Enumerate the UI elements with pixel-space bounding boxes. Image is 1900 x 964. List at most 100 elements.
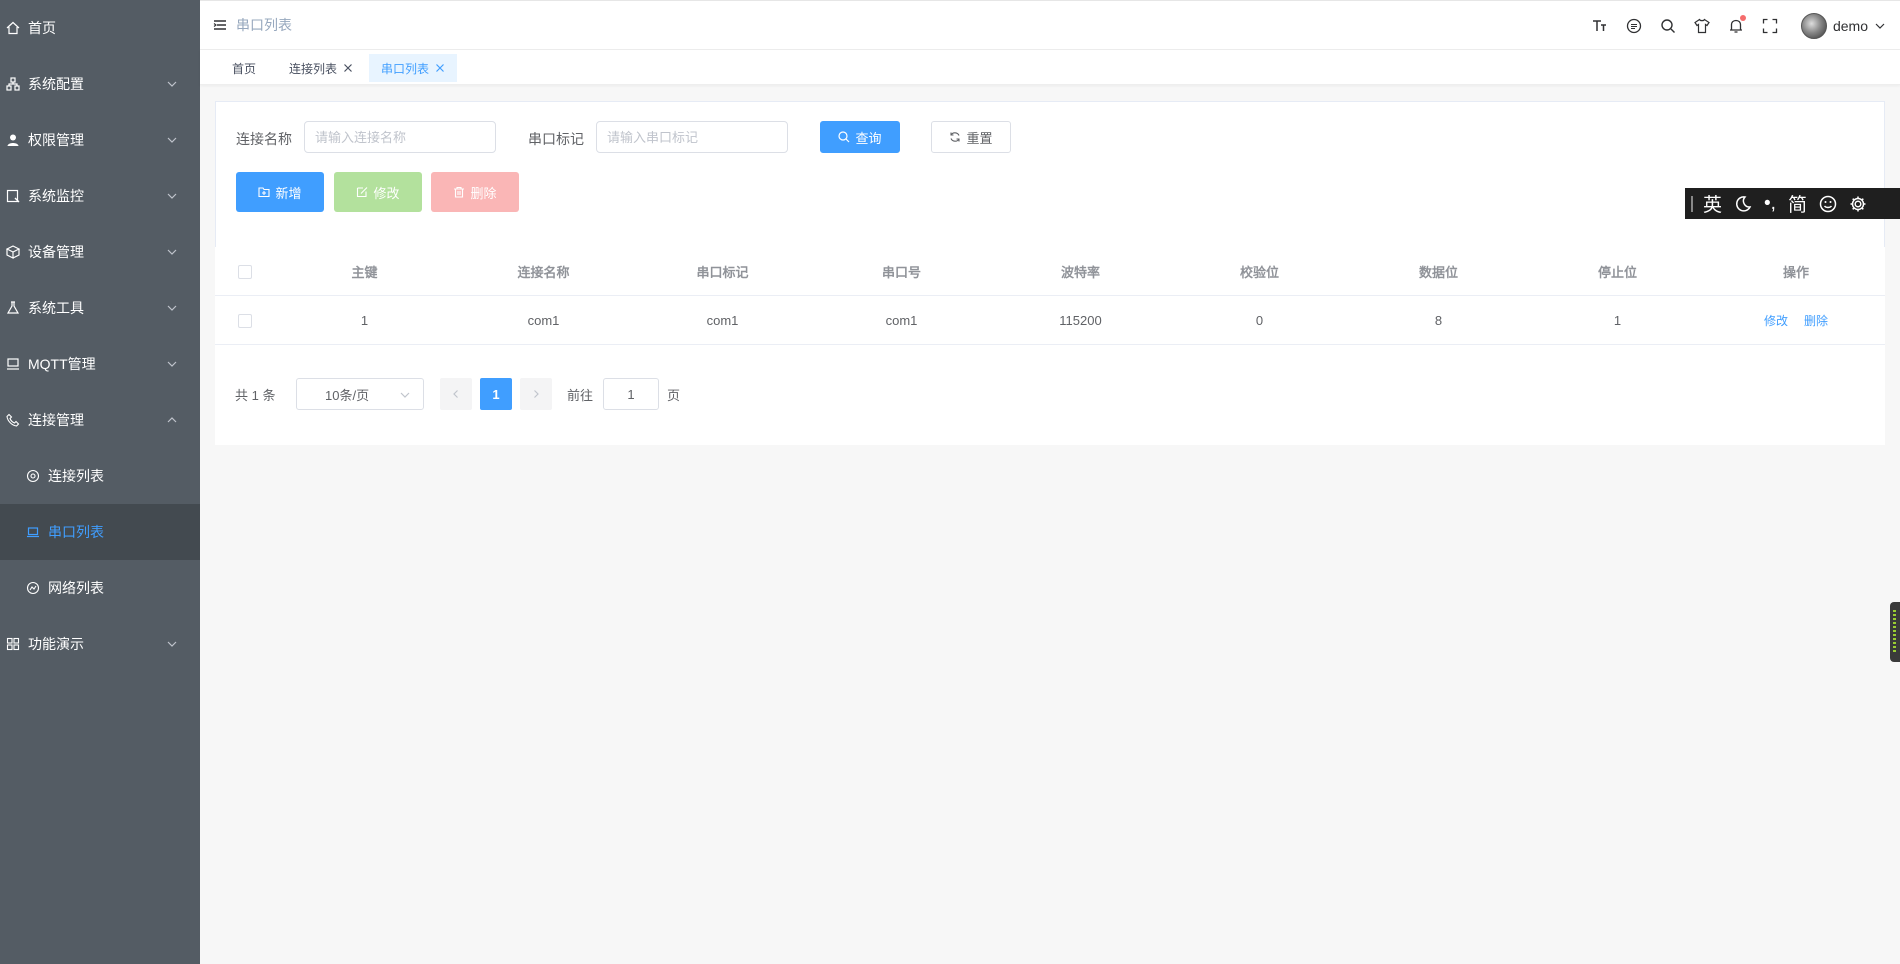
phone-icon: [6, 413, 20, 427]
sidebar-subitem-network-list[interactable]: 网络列表: [0, 560, 200, 616]
chevron-left-icon: [453, 390, 458, 398]
search-icon[interactable]: [1660, 18, 1676, 34]
tag-connection-list[interactable]: 连接列表: [277, 54, 365, 82]
sidebar-item-tools[interactable]: 系统工具: [0, 280, 200, 336]
page-size-select[interactable]: 10条/页: [296, 378, 424, 410]
monitor-icon: [6, 189, 20, 203]
ime-language-toggle[interactable]: 英: [1703, 190, 1722, 217]
chevron-down-icon[interactable]: [1874, 20, 1886, 32]
chevron-down-icon: [167, 641, 177, 647]
close-icon[interactable]: [435, 63, 445, 73]
reset-button[interactable]: 重置: [931, 121, 1011, 153]
sidebar-item-devices[interactable]: 设备管理: [0, 224, 200, 280]
sidebar-item-permissions[interactable]: 权限管理: [0, 112, 200, 168]
row-delete-link[interactable]: 删除: [1804, 312, 1828, 329]
select-all-checkbox[interactable]: [238, 264, 252, 279]
connection-name-input[interactable]: [304, 121, 496, 153]
delete-icon: [453, 186, 465, 198]
chevron-down-icon: [400, 392, 410, 398]
breadcrumb: 串口列表: [236, 17, 292, 33]
row-checkbox-cell: [215, 296, 275, 345]
query-button[interactable]: 查询: [820, 121, 900, 153]
emoji-icon[interactable]: [1819, 195, 1837, 213]
sidebar-item-home[interactable]: 首页: [0, 0, 200, 56]
hamburger-icon[interactable]: [212, 17, 228, 33]
sidebar: 首页 系统配置 权限管理 系统监控 设备管理 系统工具 MQTT管理 连接管理 …: [0, 0, 200, 964]
sidebar-item-label: 连接管理: [28, 412, 84, 428]
moon-icon[interactable]: [1734, 195, 1752, 213]
sidebar-subitem-connection-list[interactable]: 连接列表: [0, 448, 200, 504]
add-button[interactable]: 新增: [236, 172, 324, 212]
sidebar-subitem-serial-list[interactable]: 串口列表: [0, 504, 200, 560]
sidebar-item-label: MQTT管理: [28, 356, 96, 372]
th-mark: 串口标记: [696, 265, 749, 280]
sidebar-item-mqtt[interactable]: MQTT管理: [0, 336, 200, 392]
docs-icon[interactable]: [1626, 18, 1642, 34]
serial-mark-label: 串口标记: [528, 131, 584, 147]
chevron-down-icon: [167, 361, 177, 367]
tag-home[interactable]: 首页: [220, 54, 268, 82]
serial-mark-input[interactable]: [596, 121, 788, 153]
tag-serial-list[interactable]: 串口列表: [369, 54, 458, 82]
connection-icon: [26, 469, 40, 483]
chevron-down-icon: [167, 249, 177, 255]
edit-button[interactable]: 修改: [334, 172, 422, 212]
ime-drag-handle[interactable]: [1691, 195, 1693, 212]
close-icon[interactable]: [343, 63, 353, 73]
refresh-icon: [949, 131, 961, 143]
row-edit-link[interactable]: 修改: [1764, 312, 1788, 329]
th-actions: 操作: [1782, 265, 1809, 280]
pagination: 共 1 条 10条/页 1 前往 页: [215, 345, 1885, 445]
edit-icon: [356, 186, 368, 198]
sidebar-item-connections[interactable]: 连接管理: [0, 392, 200, 448]
username[interactable]: demo: [1833, 18, 1868, 34]
search-panel: 连接名称 串口标记 查询 重置 新增 修改 删除: [215, 101, 1885, 247]
fullscreen-icon[interactable]: [1762, 18, 1778, 34]
bell-icon[interactable]: [1728, 15, 1746, 34]
sidebar-item-label: 设备管理: [28, 244, 84, 260]
next-page-button[interactable]: [520, 378, 552, 410]
sidebar-item-label: 网络列表: [48, 580, 104, 596]
ime-charset-toggle[interactable]: 简: [1788, 190, 1807, 217]
delete-button[interactable]: 删除: [431, 172, 519, 212]
cell-baud: 115200: [1059, 313, 1102, 328]
tags-view: 首页 连接列表 串口列表: [200, 50, 1900, 85]
ime-punct-toggle[interactable]: •,: [1764, 193, 1776, 215]
th-id: 主键: [351, 265, 378, 280]
search-icon: [838, 131, 850, 143]
th-name: 连接名称: [517, 265, 570, 280]
chevron-down-icon: [167, 193, 177, 199]
th-parity: 校验位: [1239, 265, 1279, 280]
avatar[interactable]: [1800, 13, 1827, 39]
sidebar-item-label: 功能演示: [28, 636, 84, 652]
ime-toolbar: 英 •, 简: [1685, 188, 1900, 219]
folder-add-icon: [258, 186, 271, 198]
gear-icon[interactable]: [1849, 195, 1867, 213]
sidebar-item-system-config[interactable]: 系统配置: [0, 56, 200, 112]
chevron-right-icon: [534, 390, 539, 398]
cell-stopbits: 1: [1613, 313, 1622, 328]
theme-shirt-icon[interactable]: [1694, 18, 1710, 34]
user-icon: [6, 133, 20, 147]
font-size-icon[interactable]: [1592, 18, 1608, 34]
chevron-down-icon: [167, 305, 177, 311]
handle-grip: [1893, 610, 1896, 654]
navbar: 串口列表 demo: [200, 0, 1900, 50]
server-icon: [6, 357, 20, 371]
sidebar-item-monitor[interactable]: 系统监控: [0, 168, 200, 224]
tool-icon: [6, 301, 20, 315]
goto-page-input[interactable]: [603, 378, 659, 410]
table-row: 1 com1 com1 com1 115200 0 8 1 修改 删除: [215, 296, 1885, 345]
serial-table: 主键 连接名称 串口标记 串口号 波特率 校验位 数据位 停止位 操作 1 co…: [215, 247, 1885, 345]
side-drawer-handle[interactable]: [1890, 602, 1900, 662]
sidebar-item-label: 首页: [28, 20, 56, 36]
tag-label: 串口列表: [381, 61, 430, 76]
th-port: 串口号: [881, 265, 921, 280]
grid-icon: [6, 637, 20, 651]
prev-page-button[interactable]: [440, 378, 472, 410]
row-checkbox[interactable]: [238, 313, 252, 328]
cell-name: com1: [527, 313, 560, 328]
page-number-current[interactable]: 1: [480, 378, 512, 410]
sidebar-item-demo[interactable]: 功能演示: [0, 616, 200, 672]
notification-dot: [1739, 15, 1746, 21]
